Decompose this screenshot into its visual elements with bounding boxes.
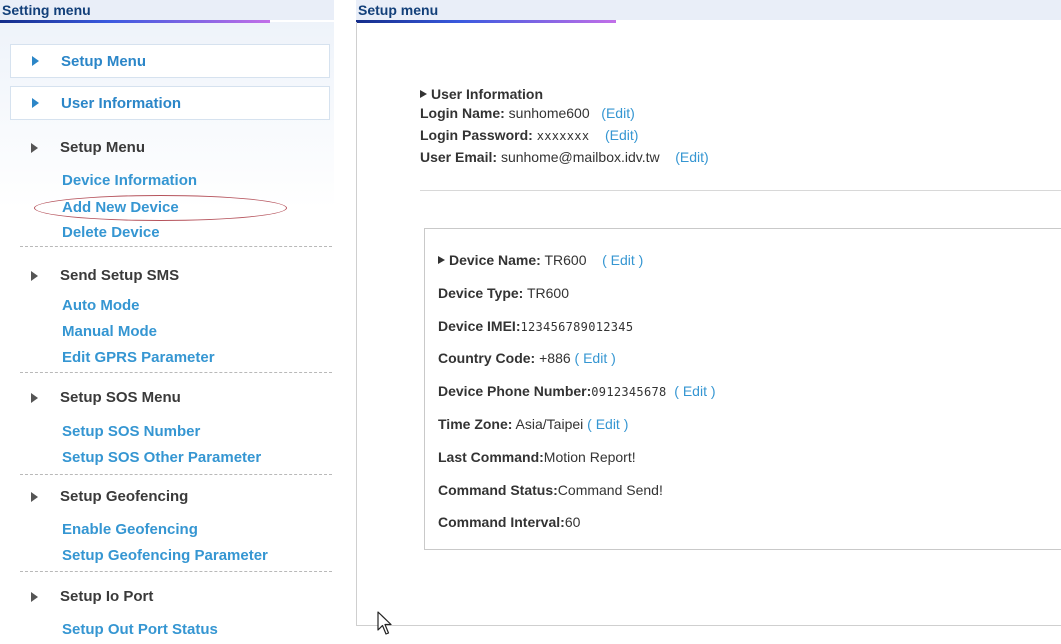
command-status-row: Command Status:Command Send! [438,479,716,512]
arrow-right-icon [31,270,38,281]
section-setup-sos-menu: Setup SOS Menu [10,389,181,406]
setup-menu-title: Setup menu [358,2,439,18]
user-email-row: User Email: sunhome@mailbox.idv.tw (Edit… [420,146,709,168]
login-name-label: Login Name: [420,105,505,121]
arrow-right-icon [31,392,38,403]
edit-phone-link[interactable]: ( Edit ) [674,383,715,399]
arrow-right-icon [32,98,39,108]
section-setup-io-port: Setup Io Port [10,588,153,605]
divider [20,571,332,572]
edit-country-code-link[interactable]: ( Edit ) [575,350,616,366]
login-password-label: Login Password: [420,127,533,143]
section-setup-geofencing: Setup Geofencing [10,488,188,505]
arrow-right-icon [31,142,38,153]
section-send-setup-sms: Send Setup SMS [10,267,179,284]
login-password-value: xxxxxxx [536,129,590,143]
divider [20,372,332,373]
command-interval-label: Command Interval: [438,514,565,531]
device-type-label: Device Type: [438,284,524,301]
arrow-right-icon [31,591,38,602]
link-setup-sos-number[interactable]: Setup SOS Number [62,423,200,440]
link-delete-device[interactable]: Delete Device [62,224,160,241]
device-type-value: TR600 [526,284,570,301]
edit-password-link[interactable]: (Edit) [605,127,638,143]
user-email-value: sunhome@mailbox.idv.tw [500,149,660,165]
device-name-label: Device Name: [449,252,541,268]
setting-menu-header: Setting menu [0,0,334,23]
mouse-cursor-icon [377,611,392,635]
arrow-right-icon [32,56,39,66]
section-title: Setup SOS Menu [60,389,181,406]
link-setup-out-port-status[interactable]: Setup Out Port Status [62,621,218,638]
edit-time-zone-link[interactable]: ( Edit ) [587,416,628,432]
section-title: Setup Menu [60,139,145,156]
device-name-value: TR600 [544,252,587,268]
link-auto-mode[interactable]: Auto Mode [62,297,139,314]
link-enable-geofencing[interactable]: Enable Geofencing [62,521,198,538]
device-phone-row: Device Phone Number:0912345678 ( Edit ) [438,380,716,413]
device-phone-label: Device Phone Number: [438,383,592,400]
login-password-row: Login Password: xxxxxxx (Edit) [420,124,709,146]
user-information-section: User Information Login Name: sunhome600 … [420,86,709,168]
arrow-right-icon [438,256,445,264]
last-command-row: Last Command:Motion Report! [438,446,716,479]
device-imei-value: 123456789012345 [520,319,634,334]
country-code-row: Country Code: +886 ( Edit ) [438,347,716,380]
setup-menu-panel: Setup menu User Information Login Name: … [356,0,1061,644]
sidebar-item-setup-menu[interactable]: Setup Menu [10,44,330,78]
link-device-information[interactable]: Device Information [62,172,197,189]
device-imei-label: Device IMEI: [438,317,521,334]
user-email-label: User Email: [420,149,498,165]
setting-menu-panel: Setting menu Setup Menu User Information… [0,0,334,644]
separator-line [420,190,1061,191]
time-zone-label: Time Zone: [438,415,513,432]
setting-menu-title: Setting menu [2,2,91,18]
device-type-row: Device Type: TR600 [438,282,716,315]
device-imei-row: Device IMEI:123456789012345 [438,315,716,348]
country-code-label: Country Code: [438,350,536,367]
divider [20,474,332,475]
command-interval-value: 60 [564,514,581,531]
login-name-value: sunhome600 [508,105,590,121]
time-zone-row: Time Zone: Asia/Taipei ( Edit ) [438,413,716,446]
time-zone-value: Asia/Taipei [515,415,584,432]
edit-email-link[interactable]: (Edit) [675,149,708,165]
section-title: Setup Io Port [60,588,154,605]
sidebar-item-label: Setup Menu [61,52,146,70]
command-interval-row: Command Interval:60 [438,511,716,544]
country-code-value: +886 [539,350,571,367]
command-status-label: Command Status: [438,481,558,498]
divider [20,246,332,247]
arrow-right-icon [420,90,427,98]
last-command-label: Last Command: [438,448,544,465]
link-setup-sos-other-parameter[interactable]: Setup SOS Other Parameter [62,449,261,466]
section-setup-menu: Setup Menu [10,139,145,156]
device-info-box: Device Name: TR600 ( Edit ) Device Type:… [424,228,1061,550]
device-phone-value: 0912345678 [591,385,667,400]
section-title: Send Setup SMS [60,267,180,284]
login-name-row: Login Name: sunhome600 (Edit) [420,102,709,124]
sidebar-item-user-information[interactable]: User Information [10,86,330,120]
command-status-value: Command Send! [557,481,663,498]
arrow-right-icon [31,491,38,502]
last-command-value: Motion Report! [543,448,636,465]
edit-login-name-link[interactable]: (Edit) [601,105,634,121]
setup-menu-header: Setup menu [356,0,1061,23]
user-info-title: User Information [431,86,544,102]
link-manual-mode[interactable]: Manual Mode [62,323,157,340]
link-setup-geofencing-parameter[interactable]: Setup Geofencing Parameter [62,547,268,564]
edit-device-name-link[interactable]: ( Edit ) [602,252,643,268]
device-name-row: Device Name: TR600 ( Edit ) [438,249,716,282]
section-title: Setup Geofencing [60,488,189,505]
header-underline [0,20,270,23]
link-edit-gprs-parameter[interactable]: Edit GPRS Parameter [62,349,215,366]
highlight-ellipse [34,195,287,221]
user-info-title-row: User Information [420,86,709,102]
sidebar-item-label: User Information [61,94,182,112]
